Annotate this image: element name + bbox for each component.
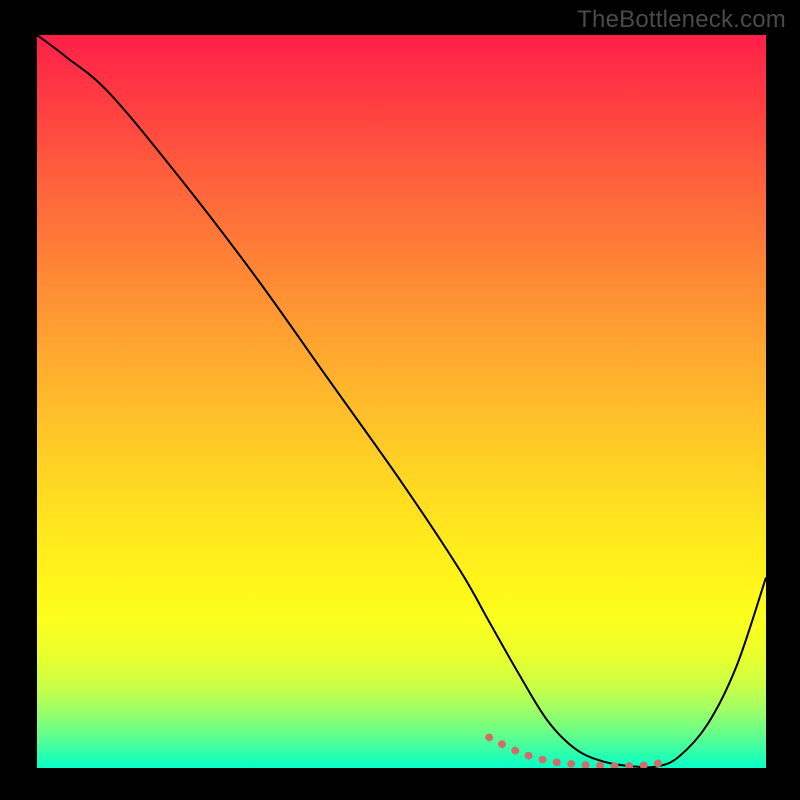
plot-area	[37, 35, 766, 768]
bottleneck-curve	[37, 35, 766, 768]
chart-frame: TheBottleneck.com	[0, 0, 800, 800]
watermark-text: TheBottleneck.com	[577, 6, 786, 34]
curve-path	[37, 35, 766, 767]
